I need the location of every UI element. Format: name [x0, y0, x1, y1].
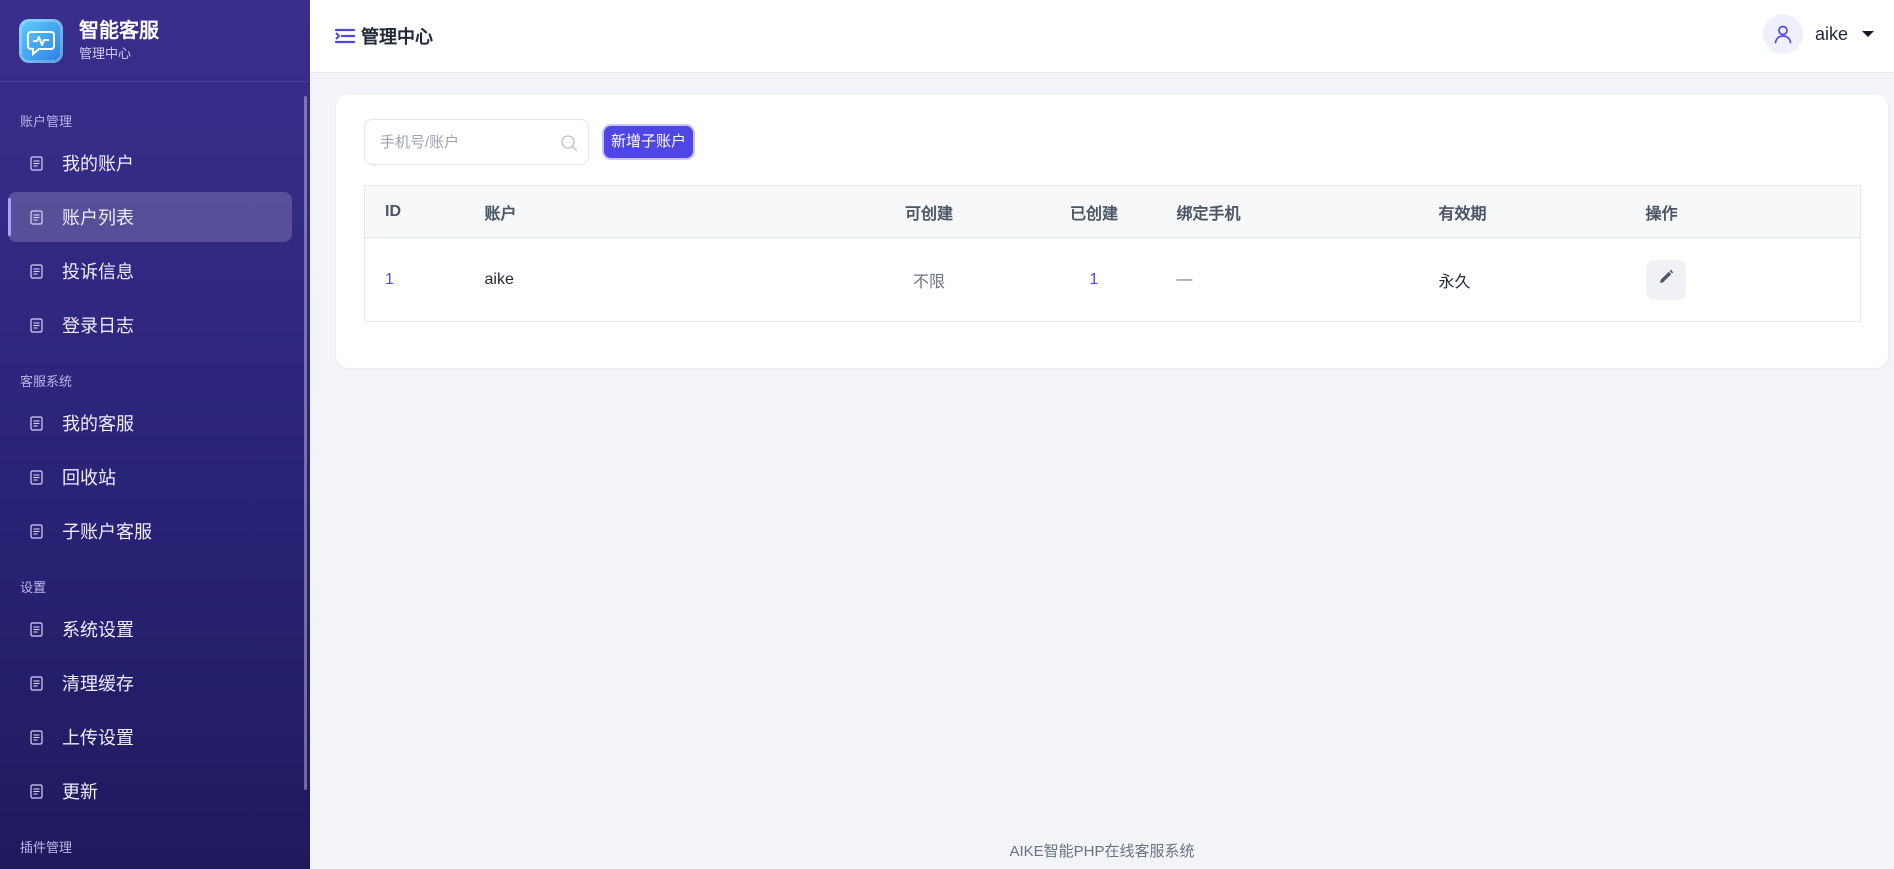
sidebar-nav: 账户管理 我的账户 账户列表 投诉信息 登录日志 客服系统 我的客服 回收站 子…	[0, 100, 300, 858]
column-header-created[interactable]: 已创建	[1011, 185, 1177, 238]
nav-section-plugins: 插件管理	[20, 840, 73, 855]
nav-section-settings: 设置	[20, 580, 47, 595]
document-icon	[28, 782, 44, 800]
edit-button[interactable]	[1645, 259, 1686, 300]
sidebar-item-complaints[interactable]: 投诉信息	[8, 246, 292, 296]
nav-section-account: 账户管理	[20, 114, 73, 129]
sidebar: 智能客服 管理中心 账户管理 我的账户 账户列表 投诉信息 登录日志 客服系统 …	[0, 0, 310, 869]
document-icon	[28, 262, 44, 280]
document-icon	[28, 468, 44, 486]
sidebar-item-sub-account-service[interactable]: 子账户客服	[8, 506, 292, 556]
sidebar-item-label: 子账户客服	[62, 522, 152, 542]
add-sub-account-button[interactable]: 新增子账户	[604, 126, 694, 158]
account-table: ID 账户 可创建 已创建 绑定手机 有效期 操作 1 aike 不限 1 — …	[364, 185, 1861, 322]
sidebar-item-clear-cache[interactable]: 清理缓存	[8, 658, 292, 708]
cell-account: aike	[484, 270, 514, 288]
pencil-icon	[1658, 269, 1674, 290]
sidebar-item-label: 回收站	[62, 468, 116, 488]
table-row: 1 aike 不限 1 — 永久	[365, 238, 1861, 322]
page-title: 管理中心	[361, 27, 433, 47]
toolbar: 新增子账户	[364, 119, 694, 165]
top-header: 管理中心 aike	[310, 0, 1894, 73]
chevron-down-icon	[1862, 31, 1874, 37]
user-menu[interactable]: aike	[1762, 14, 1874, 54]
sidebar-item-system-settings[interactable]: 系统设置	[8, 604, 292, 654]
cell-can-create: 不限	[912, 273, 945, 291]
sidebar-item-label: 清理缓存	[62, 674, 134, 694]
document-icon	[28, 620, 44, 638]
column-header-phone[interactable]: 绑定手机	[1176, 185, 1439, 238]
cell-expiry: 永久	[1438, 273, 1471, 291]
search-icon[interactable]	[560, 134, 578, 157]
cell-phone: —	[1176, 270, 1193, 288]
column-header-id[interactable]: ID	[364, 185, 485, 238]
sidebar-item-my-account[interactable]: 我的账户	[8, 138, 292, 188]
document-icon	[28, 154, 44, 172]
cell-id: 1	[385, 270, 394, 288]
footer: AIKE智能PHP在线客服系统	[1009, 843, 1195, 860]
brand-subtitle: 管理中心	[79, 45, 132, 61]
sidebar-item-label: 系统设置	[62, 620, 134, 640]
sidebar-item-login-log[interactable]: 登录日志	[8, 300, 292, 350]
column-header-actions[interactable]: 操作	[1645, 185, 1861, 238]
document-icon	[28, 316, 44, 334]
column-header-can-create[interactable]: 可创建	[846, 185, 1012, 238]
sidebar-item-upload-settings[interactable]: 上传设置	[8, 712, 292, 762]
sidebar-item-my-service[interactable]: 我的客服	[8, 398, 292, 448]
sidebar-item-label: 投诉信息	[62, 262, 134, 282]
sidebar-item-account-list[interactable]: 账户列表	[8, 192, 292, 242]
account-list-card: 新增子账户 ID 账户 可创建 已创建 绑定手机 有效期 操作 1 aike 不…	[336, 95, 1888, 368]
table-header-row: ID 账户 可创建 已创建 绑定手机 有效期 操作	[364, 185, 1861, 238]
document-icon	[28, 728, 44, 746]
sidebar-item-label: 上传设置	[62, 728, 134, 748]
sidebar-item-recycle-bin[interactable]: 回收站	[8, 452, 292, 502]
user-icon	[1762, 14, 1803, 54]
menu-toggle-icon[interactable]	[335, 27, 355, 45]
column-header-expiry[interactable]: 有效期	[1438, 185, 1646, 238]
column-header-account[interactable]: 账户	[484, 185, 847, 238]
sidebar-item-label: 更新	[62, 782, 98, 802]
search-box	[364, 119, 589, 165]
brand-title: 智能客服	[79, 19, 159, 42]
chat-pulse-icon	[19, 18, 63, 63]
username: aike	[1814, 23, 1848, 44]
cell-created[interactable]: 1	[1012, 238, 1177, 322]
document-icon	[28, 208, 44, 226]
sidebar-item-label: 账户列表	[62, 208, 134, 228]
nav-section-service: 客服系统	[20, 374, 73, 389]
sidebar-item-label: 我的客服	[62, 414, 134, 434]
sidebar-item-label: 我的账户	[62, 154, 134, 174]
sidebar-item-label: 登录日志	[62, 316, 134, 336]
document-icon	[28, 522, 44, 540]
search-input[interactable]	[380, 133, 550, 151]
cell-actions	[1645, 238, 1861, 322]
brand[interactable]: 智能客服 管理中心	[0, 0, 310, 82]
document-icon	[28, 674, 44, 692]
document-icon	[28, 414, 44, 432]
sidebar-scrollbar[interactable]	[304, 96, 307, 790]
sidebar-item-update[interactable]: 更新	[8, 766, 292, 816]
